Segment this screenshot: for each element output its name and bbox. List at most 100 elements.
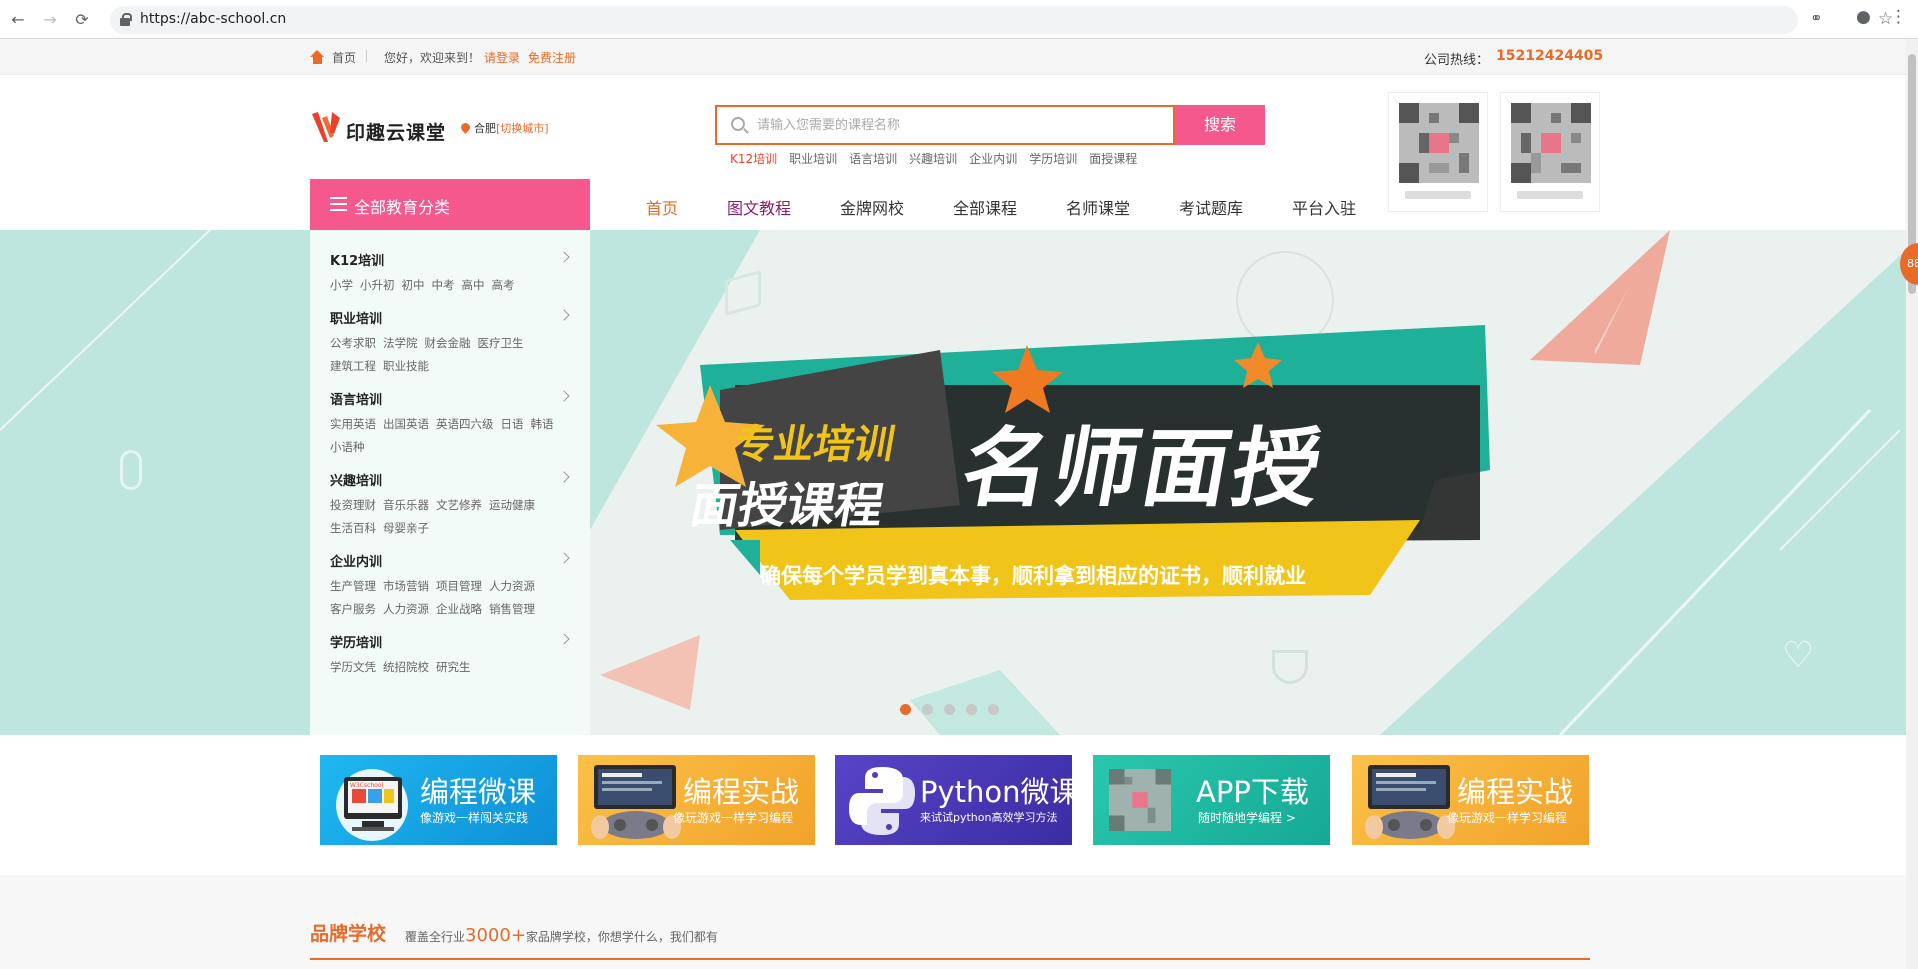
card-app-download[interactable]: APP下载 随时随地学编程 >: [1093, 755, 1330, 845]
search-button[interactable]: 搜索: [1175, 105, 1265, 145]
category-link[interactable]: 韩语: [531, 413, 554, 436]
w3cschool-computer-icon: W3Cschool: [336, 769, 408, 841]
hot-tag[interactable]: 语言培训: [849, 152, 897, 166]
extension-icon[interactable]: ⚭: [1810, 9, 1823, 27]
qr-code-card[interactable]: [1388, 92, 1488, 212]
category-link[interactable]: 高考: [492, 274, 515, 297]
carousel-dot[interactable]: [988, 704, 999, 715]
category-link[interactable]: 职业技能: [383, 355, 429, 378]
nav-item-exams[interactable]: 考试题库: [1179, 195, 1243, 219]
search-input[interactable]: [757, 115, 1157, 135]
site-logo[interactable]: 印趣云课堂: [310, 108, 450, 148]
reload-icon[interactable]: ⟳: [72, 10, 92, 29]
category-link[interactable]: 销售管理: [489, 598, 535, 621]
city-switch-link[interactable]: [切换城市]: [496, 122, 549, 135]
category-link[interactable]: 项目管理: [436, 575, 482, 598]
category-link[interactable]: 实用英语: [330, 413, 376, 436]
category-link[interactable]: 客户服务: [330, 598, 376, 621]
category-link[interactable]: 运动健康: [489, 494, 535, 517]
home-icon[interactable]: [310, 50, 325, 64]
nav-item-home[interactable]: 首页: [646, 195, 678, 219]
nav-item-join[interactable]: 平台入驻: [1292, 195, 1356, 219]
nav-item-schools[interactable]: 金牌网校: [840, 195, 904, 219]
category-link[interactable]: 法学院: [383, 332, 418, 355]
back-icon[interactable]: ←: [8, 10, 28, 29]
carousel-dot[interactable]: [966, 704, 977, 715]
category-link[interactable]: 医疗卫生: [478, 332, 524, 355]
category-link[interactable]: 生产管理: [330, 575, 376, 598]
category-title[interactable]: 企业内训: [330, 551, 570, 570]
hot-tag[interactable]: 企业内训: [969, 152, 1017, 166]
hero-banner[interactable]: 专业培训 面授课程 名师面授 确保每个学员学到真本事，顺利拿到相应的证书，顺利就…: [0, 230, 1906, 735]
hot-tag[interactable]: 兴趣培训: [909, 152, 957, 166]
category-group-language[interactable]: 语言培训 实用英语 出国英语 英语四六级 日语 韩语小语种: [330, 389, 570, 454]
search-icon: [731, 117, 745, 131]
page-scrollbar[interactable]: [1906, 39, 1918, 969]
category-link[interactable]: 出国英语: [383, 413, 429, 436]
login-link[interactable]: 请登录: [484, 49, 520, 66]
nav-item-courses[interactable]: 全部课程: [953, 195, 1017, 219]
category-link[interactable]: 生活百科: [330, 517, 376, 540]
qr-caption: [1405, 191, 1471, 199]
category-title[interactable]: 学历培训: [330, 632, 570, 651]
category-group-enterprise[interactable]: 企业内训 生产管理 市场营销 项目管理 人力资源客户服务 人力资源 企业战略 销售管理: [330, 551, 570, 616]
search-box[interactable]: [715, 105, 1175, 145]
category-title[interactable]: 职业培训: [330, 308, 570, 327]
category-link[interactable]: 统招院校: [383, 656, 429, 679]
carousel-dot[interactable]: [900, 704, 911, 715]
hot-tag[interactable]: 学历培训: [1029, 152, 1077, 166]
qr-code-card[interactable]: [1500, 92, 1600, 212]
category-link[interactable]: 日语: [501, 413, 524, 436]
address-bar[interactable]: https://abc-school.cn ☆: [110, 6, 1893, 34]
divider: [366, 50, 367, 62]
card-coding-practice-2[interactable]: 编程实战 像玩游戏一样学习编程: [1352, 755, 1589, 845]
welcome-text: 您好，欢迎来到！: [384, 51, 481, 65]
category-link[interactable]: 建筑工程: [330, 355, 376, 378]
banner-subline: 确保每个学员学到真本事，顺利拿到相应的证书，顺利就业: [760, 564, 1306, 588]
browser-toolbar: ← → ⟳ https://abc-school.cn ☆ ⚭ ● ⋮: [0, 0, 1918, 39]
category-link[interactable]: 高中: [462, 274, 485, 297]
category-link[interactable]: 人力资源: [489, 575, 535, 598]
nav-item-tutorials[interactable]: 图文教程: [727, 195, 791, 219]
category-group-k12[interactable]: K12培训 小学 小升初 初中 中考 高中 高考: [330, 250, 570, 292]
category-link[interactable]: 学历文凭: [330, 656, 376, 679]
carousel-dot[interactable]: [922, 704, 933, 715]
menu-dots-icon[interactable]: ⋮: [1890, 7, 1907, 27]
nav-item-teachers[interactable]: 名师课堂: [1066, 195, 1130, 219]
card-coding-practice[interactable]: 编程实战 像玩游戏一样学习编程: [578, 755, 815, 845]
category-link[interactable]: 母婴亲子: [383, 517, 429, 540]
category-link[interactable]: 小升初: [360, 274, 395, 297]
category-link[interactable]: 英语四六级: [436, 413, 494, 436]
category-group-degree[interactable]: 学历培训 学历文凭 统招院校 研究生: [330, 632, 570, 674]
forward-icon[interactable]: →: [40, 10, 60, 29]
category-link[interactable]: 文艺修养: [436, 494, 482, 517]
category-link[interactable]: 人力资源: [383, 598, 429, 621]
category-title[interactable]: 语言培训: [330, 389, 570, 408]
register-link[interactable]: 免费注册: [528, 49, 576, 66]
category-link[interactable]: 市场营销: [383, 575, 429, 598]
profile-icon[interactable]: ●: [1856, 7, 1871, 27]
category-link[interactable]: 中考: [432, 274, 455, 297]
category-link[interactable]: 小学: [330, 274, 353, 297]
category-group-interest[interactable]: 兴趣培训 投资理财 音乐乐器 文艺修养 运动健康生活百科 母婴亲子: [330, 470, 570, 535]
category-link[interactable]: 小语种: [330, 436, 365, 459]
city-selector[interactable]: 合肥[切换城市]: [459, 120, 549, 136]
category-link[interactable]: 财会金融: [425, 332, 471, 355]
all-categories-button[interactable]: 全部教育分类: [310, 179, 590, 230]
card-python[interactable]: Python微课 来试试python高效学习方法: [835, 755, 1072, 845]
category-link[interactable]: 企业战略: [436, 598, 482, 621]
hot-tag[interactable]: K12培训: [730, 152, 777, 166]
category-link[interactable]: 公考求职: [330, 332, 376, 355]
card-coding-micro[interactable]: W3Cschool 编程微课 像游戏一样闯关实践: [320, 755, 557, 845]
home-link[interactable]: 首页: [332, 49, 356, 66]
category-link[interactable]: 研究生: [436, 656, 471, 679]
category-link[interactable]: 投资理财: [330, 494, 376, 517]
hot-tag[interactable]: 职业培训: [789, 152, 837, 166]
category-title[interactable]: 兴趣培训: [330, 470, 570, 489]
category-link[interactable]: 音乐乐器: [383, 494, 429, 517]
hot-tag[interactable]: 面授课程: [1089, 152, 1137, 166]
category-group-vocational[interactable]: 职业培训 公考求职 法学院 财会金融 医疗卫生建筑工程 职业技能: [330, 308, 570, 373]
category-link[interactable]: 初中: [402, 274, 425, 297]
category-title[interactable]: K12培训: [330, 250, 570, 269]
carousel-dot[interactable]: [944, 704, 955, 715]
